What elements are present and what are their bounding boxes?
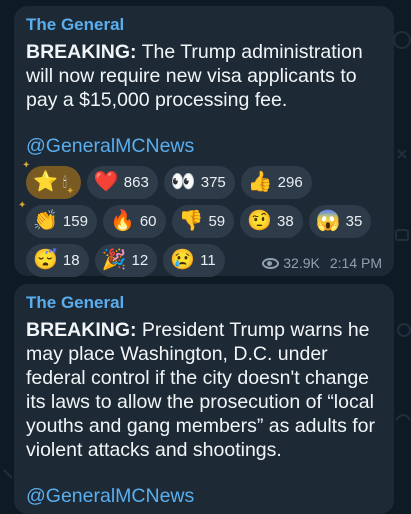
reaction-eyes[interactable]: 👀 375 [163,166,235,199]
sparkle-icon: ✦ [22,160,31,171]
eyes-icon: 👀 [170,171,196,193]
reaction-party[interactable]: 🎉 12 [94,244,158,277]
crying-icon: 😢 [170,249,196,271]
reaction-fire[interactable]: 🔥 60 [102,205,166,238]
reaction-count: 159 [62,213,88,230]
scream-icon: 😱 [315,210,341,232]
sender-name[interactable]: The General [26,292,382,314]
reaction-sleeping[interactable]: 😴 18 [26,244,89,277]
reaction-count: 38 [277,213,294,230]
reactions-container: ✦ ✦ ✦ ⭐ 🕯 ❤️ 863 👀 375 👍 296 👏 159 🔥 60 … [18,160,382,277]
heart-icon: ❤️ [93,171,119,193]
thumbs-down-icon: 👎 [178,210,204,232]
message-bubble[interactable]: The General BREAKING: The Trump administ… [14,6,394,277]
channel-link[interactable]: @GeneralMCNews [26,484,382,508]
reaction-thumbs-down[interactable]: 👎 59 [171,205,235,238]
reaction-count: 59 [208,213,226,230]
sparkle-icon: ✦ [18,200,27,211]
reaction-thumbs-up[interactable]: 👍 296 [240,166,312,199]
breaking-label: BREAKING: [26,41,137,63]
sleeping-icon: 😴 [33,249,58,271]
reaction-crying[interactable]: 😢 11 [163,244,225,277]
message-meta: 32.9K 2:14 PM [262,255,382,271]
clap-icon: 👏 [33,210,58,232]
reaction-count: 35 [345,213,363,230]
reaction-count: 296 [277,174,303,191]
sender-name[interactable]: The General [26,14,382,36]
reaction-count: 375 [200,174,226,191]
view-count: 32.9K [283,255,320,271]
reaction-scream[interactable]: 😱 35 [308,205,372,238]
reaction-count: 18 [62,252,80,269]
star-icon: ⭐ [33,171,58,193]
message-text: BREAKING: The Trump administration will … [26,40,382,112]
message-text: BREAKING: President Trump warns he may p… [26,318,382,462]
reaction-raised-eyebrow[interactable]: 🤨 38 [240,205,303,238]
reaction-heart[interactable]: ❤️ 863 [86,166,158,199]
reaction-clap[interactable]: 👏 159 [26,205,97,238]
eye-icon [262,257,280,269]
thumbs-up-icon: 👍 [247,171,273,193]
raised-eyebrow-icon: 🤨 [247,210,273,232]
message-bubble[interactable]: The General BREAKING: President Trump wa… [14,284,394,514]
reaction-count: 12 [131,252,149,269]
reaction-count: 863 [123,174,149,191]
message-time: 2:14 PM [329,255,382,271]
fire-icon: 🔥 [109,210,135,232]
reaction-count: 60 [139,213,157,230]
party-icon: 🎉 [101,249,127,271]
reaction-count: 11 [200,252,216,269]
sparkle-icon: ✦ [66,186,75,197]
breaking-label: BREAKING: [26,319,137,341]
channel-link[interactable]: @GeneralMCNews [26,134,382,158]
